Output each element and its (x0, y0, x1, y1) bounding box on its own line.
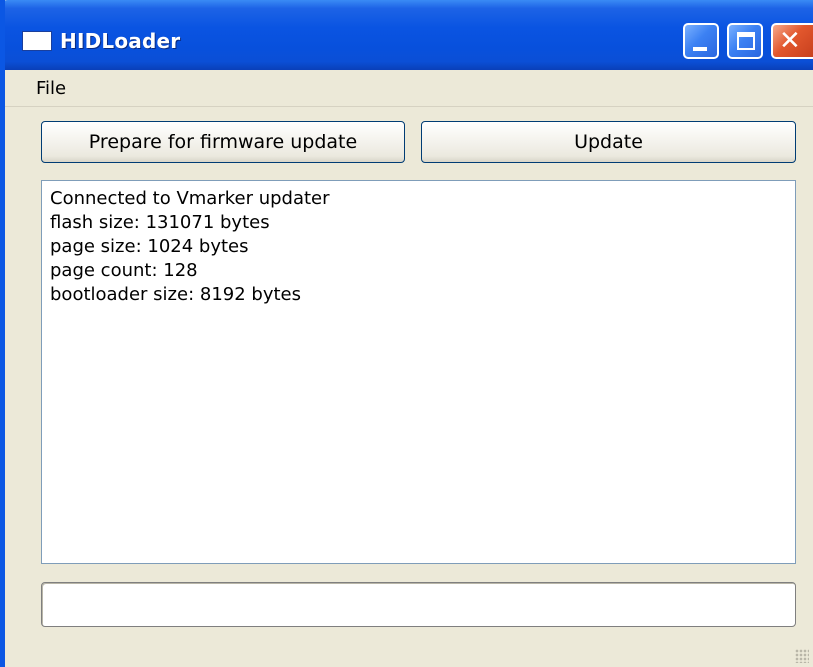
prepare-firmware-update-button[interactable]: Prepare for firmware update (41, 121, 405, 163)
title-bar[interactable]: HIDLoader ✕ (5, 0, 813, 70)
menu-item-file[interactable]: File (32, 78, 70, 99)
app-window-icon (22, 31, 52, 51)
log-line: page size: 1024 bytes (50, 236, 249, 257)
log-line: page count: 128 (50, 260, 198, 281)
window-title: HIDLoader (60, 29, 181, 53)
menu-bar: File (5, 70, 813, 107)
update-button[interactable]: Update (421, 121, 796, 163)
minimize-button[interactable] (683, 23, 719, 59)
log-output[interactable]: Connected to Vmarker updater flash size:… (41, 180, 796, 564)
minimize-icon (693, 47, 707, 51)
progress-bar (41, 582, 796, 627)
app-window: HIDLoader ✕ File Prepare for firmware up… (0, 0, 813, 667)
log-line: Connected to Vmarker updater (50, 188, 330, 209)
log-line: bootloader size: 8192 bytes (50, 284, 301, 305)
maximize-icon (737, 32, 755, 50)
maximize-button[interactable] (727, 23, 763, 59)
close-icon: ✕ (779, 26, 801, 56)
log-line: flash size: 131071 bytes (50, 212, 270, 233)
close-button[interactable]: ✕ (771, 23, 813, 59)
resize-grip-icon[interactable] (795, 649, 809, 663)
